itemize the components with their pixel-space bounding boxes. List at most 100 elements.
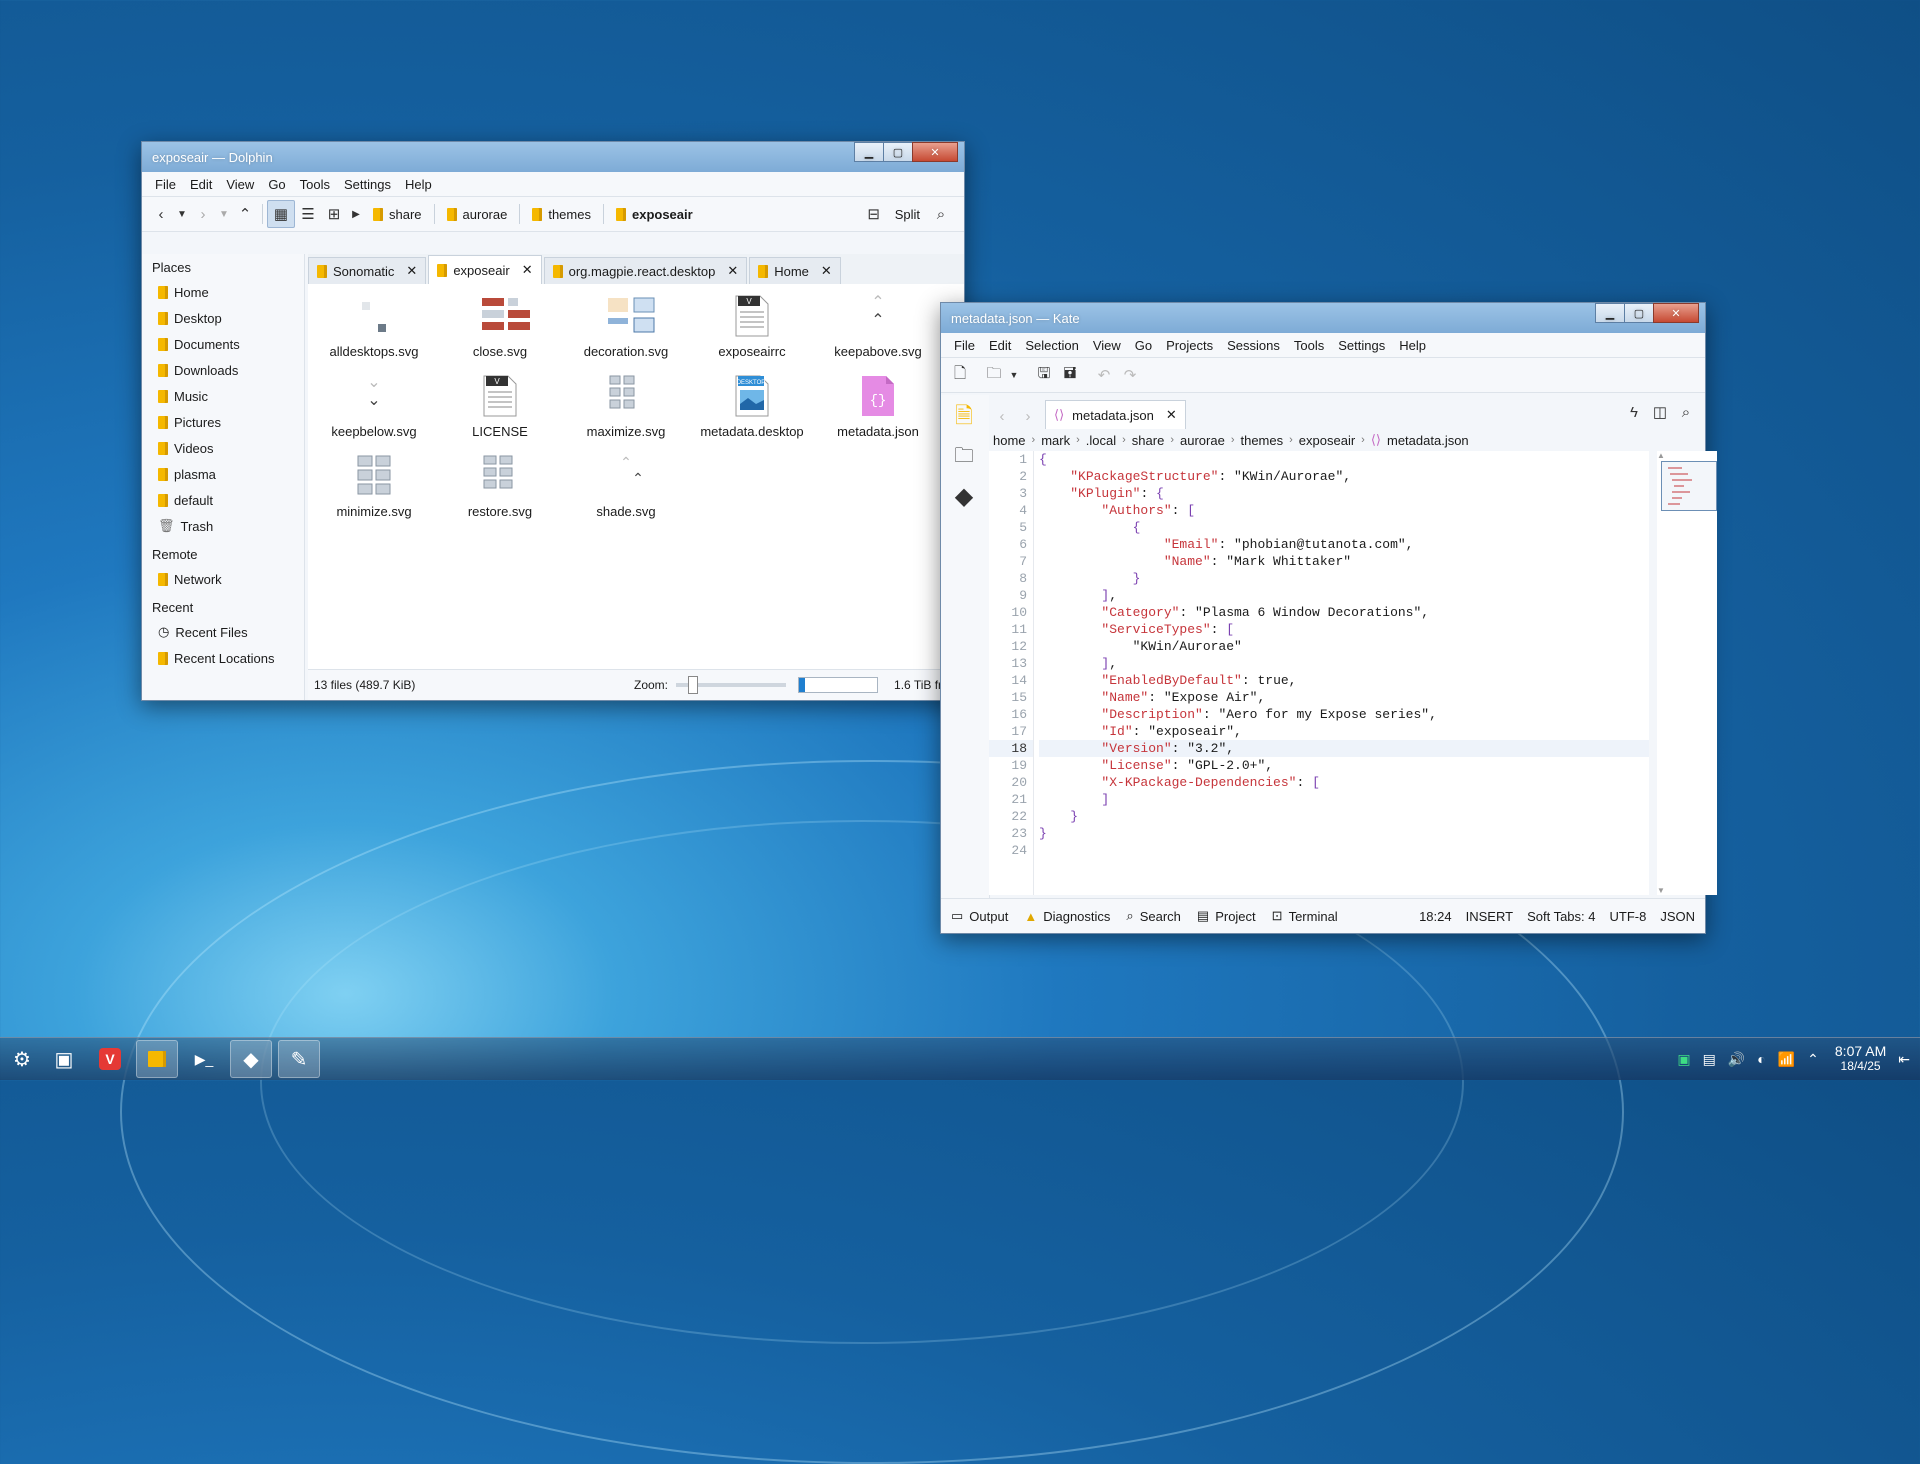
tab-sonomatic[interactable]: Sonomatic ✕ xyxy=(308,257,427,284)
file-item[interactable]: maximize.svg xyxy=(566,374,686,439)
code-line[interactable] xyxy=(1039,842,1649,859)
forward-history-dropdown[interactable]: ▼ xyxy=(216,201,232,227)
code-line[interactable]: "License": "GPL-2.0+", xyxy=(1039,757,1649,774)
tab-org-magpie-react-desktop[interactable]: org.magpie.react.desktop ✕ xyxy=(543,257,748,284)
close-tab-icon[interactable]: ✕ xyxy=(821,263,832,279)
crumb-exposeair[interactable]: exposeair xyxy=(1299,433,1355,448)
undo-icon[interactable]: ↶ xyxy=(1091,362,1117,388)
notes-icon[interactable]: ▤ xyxy=(1703,1051,1716,1068)
menu-edit[interactable]: Edit xyxy=(982,338,1018,353)
place-desktop[interactable]: Desktop xyxy=(142,305,304,331)
split-view-icon[interactable]: ◫ xyxy=(1647,399,1673,425)
indentation-setting[interactable]: Soft Tabs: 4 xyxy=(1527,909,1595,924)
redo-icon[interactable]: ↷ xyxy=(1117,362,1143,388)
code-line[interactable]: { xyxy=(1039,519,1649,536)
code-line[interactable]: "KPackageStructure": "KWin/Aurorae", xyxy=(1039,468,1649,485)
terminal-icon[interactable]: ⊡ xyxy=(1272,908,1283,924)
file-item[interactable]: V exposeairrc xyxy=(692,294,812,359)
menu-file[interactable]: File xyxy=(148,177,183,192)
close-tab-icon[interactable]: ✕ xyxy=(727,263,738,279)
kate-titlebar[interactable]: metadata.json — Kate ▁ ▢ ✕ xyxy=(941,303,1705,333)
place-recent-locations[interactable]: Recent Locations xyxy=(142,645,304,671)
compact-view-button[interactable]: ☰ xyxy=(295,201,321,227)
menu-settings[interactable]: Settings xyxy=(337,177,398,192)
code-line[interactable]: ], xyxy=(1039,587,1649,604)
code-line[interactable]: "Name": "Mark Whittaker" xyxy=(1039,553,1649,570)
close-tab-icon[interactable]: ✕ xyxy=(522,262,533,278)
menu-sessions[interactable]: Sessions xyxy=(1220,338,1287,353)
encoding-setting[interactable]: UTF-8 xyxy=(1609,909,1646,924)
menu-help[interactable]: Help xyxy=(398,177,439,192)
menu-go[interactable]: Go xyxy=(261,177,292,192)
save-as-icon[interactable]: 🖬 xyxy=(1057,362,1083,388)
up-button[interactable]: ⌃ xyxy=(232,201,258,227)
clipboard-icon[interactable]: ▣ xyxy=(1677,1051,1690,1068)
code-editor[interactable]: 1 2 3 4 5 6 7 8 9 10 11 12 13 14 15 16 17 18 19 20 21 22 23 24 … xyxy=(989,451,1649,895)
network-icon[interactable]: 📶 xyxy=(1778,1051,1795,1068)
close-button[interactable]: ✕ xyxy=(912,142,958,162)
git-task-icon[interactable]: ◆ xyxy=(230,1040,272,1078)
next-tab-icon[interactable]: › xyxy=(1015,403,1041,429)
documents-panel-icon[interactable]: 🗎 xyxy=(951,403,977,431)
breadcrumb-share[interactable]: share xyxy=(365,207,430,222)
previous-tab-icon[interactable]: ‹ xyxy=(989,403,1015,429)
crumb-share[interactable]: share xyxy=(1132,433,1165,448)
code-line[interactable]: "KPlugin": { xyxy=(1039,485,1649,502)
diagnostics-button[interactable]: Diagnostics xyxy=(1043,909,1110,924)
menu-tools[interactable]: Tools xyxy=(293,177,337,192)
file-item[interactable]: restore.svg xyxy=(440,454,560,519)
code-line[interactable]: "Id": "exposeair", xyxy=(1039,723,1649,740)
file-item[interactable]: V LICENSE xyxy=(440,374,560,439)
file-item[interactable]: ⌄ ⌄ keepbelow.svg xyxy=(314,374,434,439)
zoom-slider[interactable] xyxy=(676,676,787,694)
code-line[interactable]: "X-KPackage-Dependencies": [ xyxy=(1039,774,1649,791)
tab-home[interactable]: Home ✕ xyxy=(749,257,841,284)
menu-settings[interactable]: Settings xyxy=(1331,338,1392,353)
project-icon[interactable]: ▤ xyxy=(1197,908,1209,924)
menu-edit[interactable]: Edit xyxy=(183,177,219,192)
split-icon[interactable]: ⊟ xyxy=(861,201,887,227)
save-icon[interactable]: 🖫 xyxy=(1031,362,1057,388)
breadcrumb-aurorae[interactable]: aurorae xyxy=(439,207,516,222)
details-view-button[interactable]: ⊞ xyxy=(321,201,347,227)
git-icon[interactable]: ◆ xyxy=(951,483,977,510)
menu-tools[interactable]: Tools xyxy=(1287,338,1331,353)
dolphin-titlebar[interactable]: exposeair — Dolphin ▁ ▢ ✕ xyxy=(142,142,964,172)
minimap[interactable]: ▲ ▼ xyxy=(1657,451,1717,895)
file-item[interactable]: DESKTOP metadata.desktop xyxy=(692,374,812,439)
clock[interactable]: 8:07 AM 18/4/25 xyxy=(1835,1044,1886,1074)
close-tab-icon[interactable]: ✕ xyxy=(1166,407,1177,423)
code-line[interactable]: "Authors": [ xyxy=(1039,502,1649,519)
pin-icon[interactable]: ϟ xyxy=(1621,399,1647,425)
code-line[interactable]: } xyxy=(1039,808,1649,825)
menu-projects[interactable]: Projects xyxy=(1159,338,1220,353)
close-button[interactable]: ✕ xyxy=(1653,303,1699,323)
code-line[interactable]: } xyxy=(1039,825,1649,842)
code-line[interactable]: "KWin/Aurorae" xyxy=(1039,638,1649,655)
crumb-mark[interactable]: mark xyxy=(1041,433,1070,448)
file-item[interactable]: ⌃ ⌃ shade.svg xyxy=(566,454,686,519)
minimize-button[interactable]: ▁ xyxy=(854,142,884,162)
cursor-position[interactable]: 18:24 xyxy=(1419,909,1452,924)
place-music[interactable]: Music xyxy=(142,383,304,409)
close-tab-icon[interactable]: ✕ xyxy=(406,263,417,279)
output-icon[interactable]: ▭ xyxy=(951,908,963,924)
forward-button[interactable]: › xyxy=(190,201,216,227)
breadcrumb-exposeair[interactable]: exposeair xyxy=(608,207,701,222)
code-line[interactable]: ], xyxy=(1039,655,1649,672)
file-item[interactable]: close.svg xyxy=(440,294,560,359)
quick-open-icon[interactable]: ⌕ xyxy=(1673,399,1699,425)
dolphin-task-icon[interactable] xyxy=(136,1040,178,1078)
place-network[interactable]: Network xyxy=(142,566,304,592)
crumb-aurorae[interactable]: aurorae xyxy=(1180,433,1225,448)
input-mode[interactable]: INSERT xyxy=(1466,909,1513,924)
code-line[interactable]: { xyxy=(1039,451,1649,468)
output-button[interactable]: Output xyxy=(969,909,1008,924)
search-button[interactable]: Search xyxy=(1140,909,1181,924)
syntax-mode[interactable]: JSON xyxy=(1660,909,1695,924)
icons-view-button[interactable]: ▦ xyxy=(267,200,295,228)
place-trash[interactable]: 🗑 Trash xyxy=(142,513,304,539)
menu-view[interactable]: View xyxy=(219,177,261,192)
tab-metadata-json[interactable]: ⟨⟩ metadata.json ✕ xyxy=(1045,400,1186,429)
terminal-task-icon[interactable]: ▶_ xyxy=(184,1041,224,1077)
